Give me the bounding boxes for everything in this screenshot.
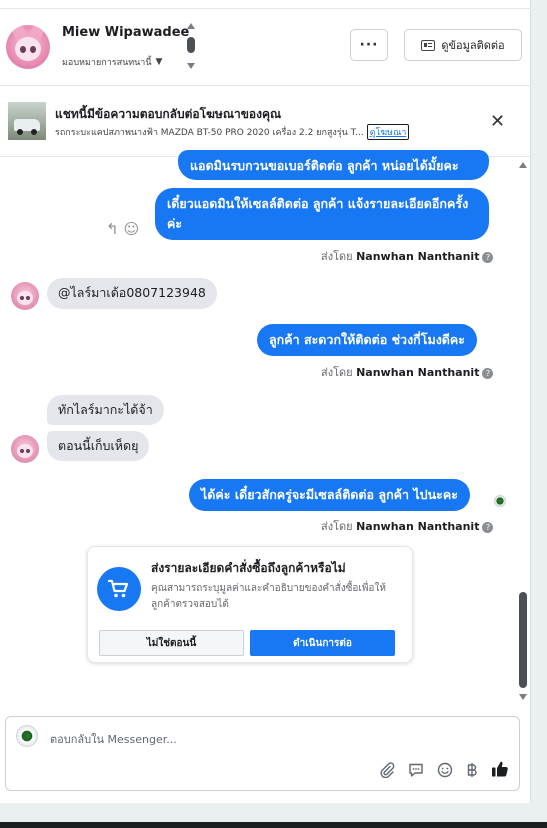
messenger-app: Miew Wipawadee มอบหมายการสนทนานี้ ▼ ··· … [0,0,547,828]
caret-down-icon: ▼ [155,57,163,67]
attachment-icon[interactable] [379,761,395,782]
reply-icon[interactable]: ↰ [106,220,119,238]
ad-reply-banner: แชทนี้มีข้อความตอบกลับต่อโฆษณาของคุณ รถก… [0,87,531,157]
avatar[interactable] [11,435,39,463]
react-icon[interactable]: ☺ [124,220,140,238]
ad-description-text: รถกระบะแคปสภาพนางฟ้า MAZDA BT-50 PRO 202… [55,128,364,138]
view-ad-link[interactable]: ดูโฆษณา [366,124,410,140]
composer-toolbar [379,760,509,783]
close-icon[interactable]: ✕ [490,111,505,132]
not-now-button[interactable]: ไม่ใช่ตอนนี้ [99,630,244,656]
thumbs-up-icon[interactable] [491,760,509,783]
order-prompt-description: คุณสามารถระบุมูลค่าและคำอธิบายของคำสั่งซ… [151,583,386,610]
incoming-message[interactable]: ทักไลร์มากะได้จ้า [47,395,164,425]
more-options-button[interactable]: ··· [350,29,388,61]
conversation-panel: Miew Wipawadee มอบหมายการสนทนานี้ ▼ ··· … [0,0,531,803]
scroll-thumb[interactable] [187,37,195,53]
contact-name[interactable]: Miew Wipawadee [62,25,189,40]
incoming-message[interactable]: ตอนนี้เก็บเห็ดยุ [47,431,150,461]
scroll-down-icon[interactable] [187,63,195,69]
ad-thumbnail[interactable] [8,102,46,140]
info-icon[interactable]: ? [482,252,494,263]
messages-scroll-thumb[interactable] [519,592,527,688]
outgoing-message[interactable]: ลูกค้า สะดวกให้ติดต่อ ช่วงกี่โมงดีคะ [257,324,477,356]
message-actions: ↰ ☺ [106,220,139,238]
contact-card-icon [421,39,436,51]
outgoing-message[interactable]: แอดมินรบกวนขอเบอร์ติดต่อ ลูกค้า หน่อยได้… [178,150,489,180]
avatar[interactable] [6,25,50,69]
view-contact-info-label: ดูข้อมูลติดต่อ [441,39,505,52]
assign-conversation-dropdown[interactable]: มอบหมายการสนทนานี้ ▼ [62,55,162,69]
view-contact-info-button[interactable]: ดูข้อมูลติดต่อ [404,29,522,61]
scroll-up-icon[interactable] [187,23,195,29]
sent-by-line: ส่งโดย Nanwhan Nanthanit? [321,247,494,265]
continue-button[interactable]: ดำเนินการต่อ [250,630,395,656]
page-avatar [16,725,38,747]
scroll-down-icon[interactable] [519,694,527,700]
incoming-message[interactable]: @ไลร์มาเด้อ0807123948 [47,278,217,309]
avatar[interactable] [11,282,39,310]
shopping-cart-icon [97,567,141,611]
header-scrollbar[interactable] [187,23,196,69]
conversation-header: Miew Wipawadee มอบหมายการสนทนานี้ ▼ ··· … [0,8,531,86]
shopping-cart-icon [108,579,129,598]
assign-label: มอบหมายการสนทนานี้ [62,58,152,68]
emoji-icon[interactable] [437,762,453,782]
outgoing-message[interactable]: ได้ค่ะ เดี๋ยวสักครู่จะมีเซลล์ติดต่อ ลูกค… [189,479,470,511]
saved-replies-icon[interactable] [408,762,424,782]
taskbar-strip [0,822,547,828]
order-prompt-title: ส่งรายละเอียดคำสั่งซื้อถึงลูกค้าหรือไม่ [151,561,346,575]
ad-banner-title: แชทนี้มีข้อความตอบกลับต่อโฆษณาของคุณ [55,107,282,121]
info-icon[interactable]: ? [482,522,494,533]
order-details-prompt: ส่งรายละเอียดคำสั่งซื้อถึงลูกค้าหรือไม่ … [87,546,413,663]
ad-description: รถกระบะแคปสภาพนางฟ้า MAZDA BT-50 PRO 202… [55,124,410,140]
seen-avatar-icon [494,495,506,507]
reply-composer [5,716,520,791]
scroll-up-icon[interactable] [519,162,527,168]
info-icon[interactable]: ? [482,368,494,379]
sent-by-line: ส่งโดย Nanwhan Nanthanit? [321,363,494,381]
outgoing-message[interactable]: เดี๋ยวแอดมินให้เซลล์ติดต่อ ลูกค้า แจ้งรา… [155,188,489,240]
sent-by-line: ส่งโดย Nanwhan Nanthanit? [321,517,494,535]
baht-payment-icon[interactable] [466,762,478,782]
reply-input[interactable] [50,730,490,748]
